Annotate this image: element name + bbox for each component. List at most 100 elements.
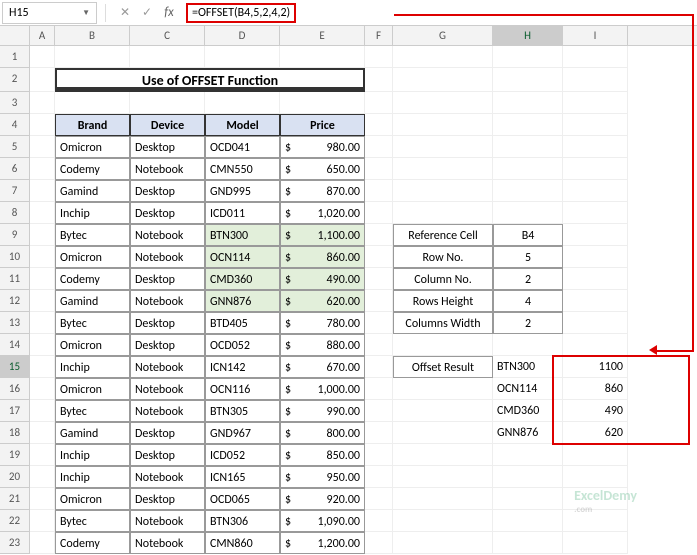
name-box[interactable]: H15 ▼: [2, 2, 97, 24]
price-cell: $850.00: [280, 444, 365, 466]
name-box-value: H15: [9, 6, 82, 20]
table-row: Omicron Notebook OCN114 $860.00 Row No.5: [30, 246, 697, 268]
model-cell: OCN116: [205, 378, 280, 400]
cancel-icon[interactable]: ✕: [117, 5, 133, 20]
result-highlight-box: [552, 355, 690, 445]
brand-cell: Codemy: [55, 158, 130, 180]
divider: [105, 4, 106, 22]
device-cell: Notebook: [130, 356, 205, 378]
device-cell: Notebook: [130, 400, 205, 422]
row-header[interactable]: 17: [0, 400, 30, 422]
brand-cell: Bytec: [55, 312, 130, 334]
row-header[interactable]: 1: [0, 46, 30, 68]
device-cell: Desktop: [130, 312, 205, 334]
row-headers: 1234567891011121314151617181920212223: [0, 46, 30, 554]
model-cell: CMN860: [205, 532, 280, 554]
row-header[interactable]: 18: [0, 422, 30, 444]
chevron-down-icon[interactable]: ▼: [82, 8, 90, 18]
brand-cell: Codemy: [55, 532, 130, 554]
model-cell: ICN165: [205, 466, 280, 488]
col-header[interactable]: F: [365, 26, 393, 45]
table-row: Bytec Notebook BTN300 $1,100.00 Referenc…: [30, 224, 697, 246]
price-cell: $870.00: [280, 180, 365, 202]
col-header[interactable]: H: [493, 26, 563, 45]
model-cell: CMD360: [205, 268, 280, 290]
row-header[interactable]: 6: [0, 158, 30, 180]
col-header[interactable]: B: [55, 26, 130, 45]
brand-cell: Bytec: [55, 224, 130, 246]
device-cell: Desktop: [130, 334, 205, 356]
price-cell: $980.00: [280, 136, 365, 158]
brand-cell: Inchip: [55, 356, 130, 378]
formula-text: =OFFSET(B4,5,2,4,2): [186, 3, 296, 23]
brand-cell: Gamind: [55, 290, 130, 312]
row-header[interactable]: 10: [0, 246, 30, 268]
fx-icon[interactable]: fx: [161, 5, 177, 20]
ref-label: Row No.: [393, 246, 493, 268]
row-header[interactable]: 3: [0, 92, 30, 114]
table-row: Inchip Desktop ICD011 $1,020.00: [30, 202, 697, 224]
row-header[interactable]: 15: [0, 356, 30, 378]
select-all-corner[interactable]: [0, 26, 30, 46]
col-header[interactable]: G: [393, 26, 493, 45]
table-row: Bytec Desktop BTD405 $780.00 Columns Wid…: [30, 312, 697, 334]
device-cell: Desktop: [130, 444, 205, 466]
formula-input[interactable]: =OFFSET(B4,5,2,4,2): [180, 3, 697, 23]
device-cell: Notebook: [130, 224, 205, 246]
row-header[interactable]: 5: [0, 136, 30, 158]
cells-area[interactable]: Use of OFFSET Function Brand Device Mode…: [30, 46, 697, 554]
row-header[interactable]: 14: [0, 334, 30, 356]
arrow-line: [692, 14, 694, 352]
device-cell: Notebook: [130, 466, 205, 488]
row-header[interactable]: 11: [0, 268, 30, 290]
device-cell: Desktop: [130, 268, 205, 290]
device-cell: Notebook: [130, 510, 205, 532]
price-cell: $1,200.00: [280, 532, 365, 554]
price-cell: $780.00: [280, 312, 365, 334]
row-header[interactable]: 13: [0, 312, 30, 334]
ref-label: Column No.: [393, 268, 493, 290]
arrow-line: [394, 14, 694, 16]
device-cell: Notebook: [130, 246, 205, 268]
model-cell: GNN876: [205, 290, 280, 312]
ref-value: B4: [493, 224, 563, 246]
col-header[interactable]: D: [205, 26, 280, 45]
brand-cell: Inchip: [55, 444, 130, 466]
model-cell: ICD052: [205, 444, 280, 466]
price-cell: $880.00: [280, 334, 365, 356]
page-title: Use of OFFSET Function: [55, 68, 365, 92]
brand-cell: Bytec: [55, 510, 130, 532]
row-header[interactable]: 12: [0, 290, 30, 312]
row-header[interactable]: 9: [0, 224, 30, 246]
row-header[interactable]: 19: [0, 444, 30, 466]
col-header[interactable]: I: [563, 26, 628, 45]
row-header[interactable]: 20: [0, 466, 30, 488]
table-row: Inchip Desktop ICD052 $850.00: [30, 444, 697, 466]
col-header[interactable]: C: [130, 26, 205, 45]
price-cell: $920.00: [280, 488, 365, 510]
row-header[interactable]: 22: [0, 510, 30, 532]
arrow-head-icon: [649, 345, 657, 355]
col-header[interactable]: A: [30, 26, 55, 45]
price-cell: $670.00: [280, 356, 365, 378]
table-row: Omicron Desktop OCD041 $980.00: [30, 136, 697, 158]
col-header[interactable]: E: [280, 26, 365, 45]
row-header[interactable]: 4: [0, 114, 30, 136]
price-cell: $1,000.00: [280, 378, 365, 400]
price-cell: $860.00: [280, 246, 365, 268]
check-icon[interactable]: ✓: [139, 5, 155, 20]
watermark-sub: .com: [574, 504, 637, 515]
row-header[interactable]: 2: [0, 68, 30, 92]
table-row: Gamind Notebook GNN876 $620.00 Rows Heig…: [30, 290, 697, 312]
ref-label: Reference Cell: [393, 224, 493, 246]
table-header: Device: [130, 114, 205, 136]
row-header[interactable]: 23: [0, 532, 30, 554]
model-cell: ICD011: [205, 202, 280, 224]
row-header[interactable]: 8: [0, 202, 30, 224]
table-row: Omicron Desktop OCD052 $880.00: [30, 334, 697, 356]
table-row: Inchip Notebook ICN165 $950.00: [30, 466, 697, 488]
spreadsheet-grid: A B C D E F G H I 1234567891011121314151…: [0, 26, 697, 46]
row-header[interactable]: 21: [0, 488, 30, 510]
row-header[interactable]: 16: [0, 378, 30, 400]
row-header[interactable]: 7: [0, 180, 30, 202]
